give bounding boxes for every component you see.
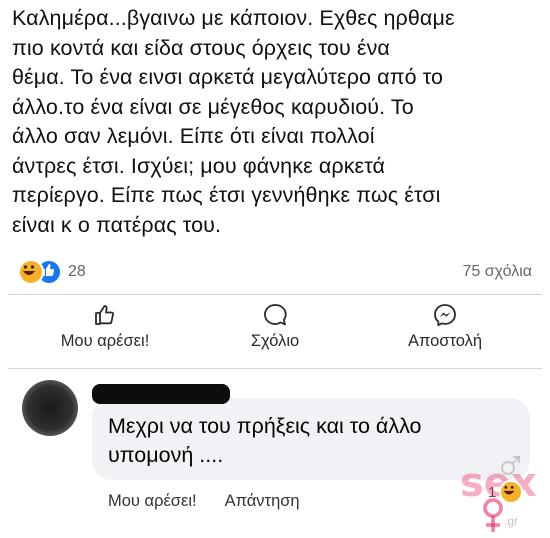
like-button[interactable]: Μου αρέσει! xyxy=(30,302,180,362)
comment-like-link[interactable]: Μου αρέσει! xyxy=(108,492,197,511)
reaction-icons-group[interactable]: 28 xyxy=(18,259,86,285)
thumbs-up-icon xyxy=(95,305,114,325)
redacted-commenter-name xyxy=(92,384,230,404)
reactions-summary: 28 75 σχόλια xyxy=(18,258,532,286)
post-text-line: άλλο σαν λεμόνι. Είπε ότι είναι πολλοί xyxy=(12,124,375,148)
reaction-count: 28 xyxy=(68,263,86,280)
post-text-line: άντρες έτσι. Ισχύει; μου φάνηκε αρκετά xyxy=(12,153,386,178)
comment-button[interactable]: Σχόλιο xyxy=(200,302,350,362)
comment-text: Μεχρι να του πρήξεις και το άλλο υπομονή… xyxy=(108,412,421,470)
post-text-line: είναι κ ο πατέρας του. xyxy=(12,212,222,237)
post-actions: Μου αρέσει! Σχόλιο Αποστολή xyxy=(0,302,550,362)
post-text-line: Καλημέρα...βγαινω με κάποιον. Εχθες ηρθα… xyxy=(12,6,455,30)
watermark-domain: .gr xyxy=(504,514,519,528)
comments-count[interactable]: 75 σχόλια xyxy=(463,263,532,281)
haha-reaction-icon xyxy=(18,259,44,285)
comment-button-label: Σχόλιο xyxy=(250,332,300,350)
commenter-avatar[interactable] xyxy=(22,380,78,436)
comment-text-line: Μεχρι να του πρήξεις και το άλλο xyxy=(108,414,422,438)
mars-symbol-icon xyxy=(501,456,520,475)
post-text-line: περίεργο. Είπε πως έτσι γεννήθηκε πως έτ… xyxy=(12,183,441,207)
post-text-line: άλλο.το ένα είναι σε μέγεθος καρυδιού. Τ… xyxy=(12,94,414,119)
site-watermark: sex .gr xyxy=(448,452,548,538)
post-text-line: θέμα. Το ένα εινσι αρκετά μεγαλύτερο από… xyxy=(12,65,444,89)
comment-reply-link[interactable]: Απάντηση xyxy=(225,492,300,511)
comment-text-line: υπομονή .... xyxy=(108,443,224,467)
post-text-line: πιο κοντά και είδα στους όρχεις του ένα xyxy=(12,35,390,60)
send-button[interactable]: Αποστολή xyxy=(370,302,520,362)
messenger-icon xyxy=(434,304,456,327)
like-button-label: Μου αρέσει! xyxy=(60,332,150,350)
post-text: Καλημέρα...βγαινω με κάποιον. Εχθες ηρθα… xyxy=(12,4,542,240)
comment-icon xyxy=(264,304,287,326)
divider xyxy=(8,368,542,369)
comment-actions: Μου αρέσει! Απάντηση xyxy=(108,492,300,511)
divider xyxy=(8,294,542,295)
send-button-label: Αποστολή xyxy=(407,332,483,350)
